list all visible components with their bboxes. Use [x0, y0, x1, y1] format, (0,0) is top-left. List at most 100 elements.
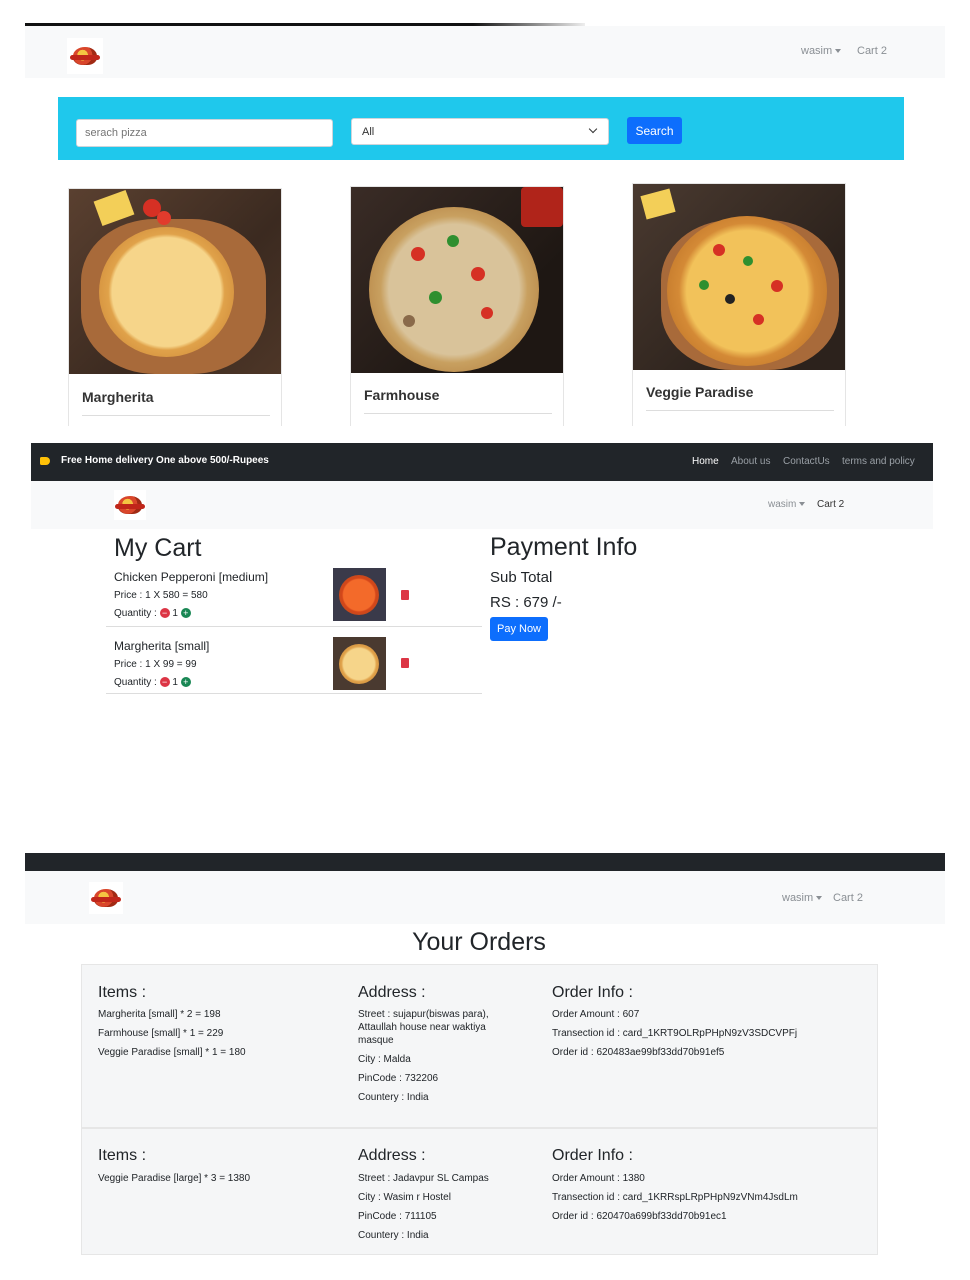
chevron-down-icon [835, 49, 842, 54]
cart-navbar: wasim Cart 2 [31, 481, 933, 529]
brand-logo[interactable] [114, 490, 146, 520]
category-select[interactable]: All [351, 118, 609, 145]
address-block: Street : sujapur(biswas para), Attaullah… [358, 1005, 518, 1107]
orders-navbar: wasim Cart 2 [25, 871, 945, 924]
address-pincode: PinCode : 711105 [358, 1211, 437, 1222]
product-card[interactable]: Veggie Paradise [632, 183, 846, 426]
nav-link-home[interactable]: Home [692, 456, 719, 467]
order-items: Margherita [small] * 2 = 198 Farmhouse [… [98, 1005, 246, 1062]
search-band: All Search [58, 97, 904, 160]
search-button[interactable]: Search [627, 117, 682, 144]
quantity-value: 1 [172, 677, 178, 688]
cart-link[interactable]: Cart 2 [817, 499, 844, 510]
orders-title: Your Orders [412, 928, 546, 956]
order-amount: Order Amount : 607 [552, 1009, 640, 1020]
order-item: Veggie Paradise [large] * 3 = 1380 [98, 1173, 251, 1184]
order-item: Farmhouse [small] * 1 = 229 [98, 1028, 224, 1039]
cart-item-price: Price : 1 X 99 = 99 [114, 659, 197, 670]
quantity-value: 1 [172, 608, 178, 619]
product-image [633, 184, 845, 370]
order-items: Veggie Paradise [large] * 3 = 1380 [98, 1169, 250, 1188]
quantity-label: Quantity : [114, 677, 157, 688]
chevron-down-icon [588, 124, 598, 134]
user-dropdown[interactable]: wasim [801, 45, 842, 57]
product-image [351, 187, 563, 373]
cart-link[interactable]: Cart 2 [857, 45, 887, 57]
promo-text: Free Home delivery One above 500/-Rupees [61, 455, 269, 466]
cart-item-name: Margherita [small] [114, 639, 210, 653]
user-dropdown[interactable]: wasim [782, 892, 823, 904]
product-image [69, 189, 281, 374]
tag-icon [40, 457, 50, 465]
transaction-id: Transection id : card_1KRRspLRpPHpN9zVNm… [552, 1192, 798, 1203]
brand-logo[interactable] [67, 38, 103, 74]
address-pincode: PinCode : 732206 [358, 1073, 439, 1084]
quantity-label: Quantity : [114, 608, 157, 619]
user-name: wasim [782, 892, 814, 904]
address-street: Street : Jadavpur SL Campas [358, 1173, 489, 1184]
address-city: City : Malda [358, 1054, 411, 1065]
product-name: Farmhouse [364, 387, 440, 403]
shop-navbar: wasim Cart 2 [25, 26, 945, 78]
order-info-heading: Order Info : [552, 984, 633, 1001]
pay-now-button[interactable]: Pay Now [490, 617, 548, 641]
address-country: Countery : India [358, 1092, 429, 1103]
items-heading: Items : [98, 984, 147, 1001]
transaction-id: Transection id : card_1KRT9OLRpPHpN9zV3S… [552, 1028, 798, 1039]
cart-link[interactable]: Cart 2 [833, 892, 863, 904]
address-street: Street : sujapur(biswas para), Attaullah… [358, 1009, 489, 1046]
address-heading: Address : [358, 1147, 426, 1164]
address-heading: Address : [358, 984, 426, 1001]
product-card[interactable]: Farmhouse [350, 186, 564, 426]
product-card[interactable]: Margherita [68, 188, 282, 426]
order-info-block: Order Amount : 607 Transection id : card… [552, 1005, 797, 1062]
promo-topbar: Free Home delivery One above 500/-Rupees… [31, 443, 933, 481]
product-name: Margherita [82, 389, 154, 405]
address-block: Street : Jadavpur SL Campas City : Wasim… [358, 1169, 538, 1245]
order-card: Items : Margherita [small] * 2 = 198 Far… [81, 964, 878, 1128]
trash-icon[interactable] [401, 590, 409, 600]
trash-icon[interactable] [401, 658, 409, 668]
order-id: Order id : 620470a699bf33dd70b91ec1 [552, 1211, 727, 1222]
order-id: Order id : 620483ae99bf33dd70b91ef5 [552, 1047, 725, 1058]
address-country: Countery : India [358, 1230, 429, 1241]
order-card: Items : Veggie Paradise [large] * 3 = 13… [81, 1128, 878, 1255]
cart-item-image [333, 568, 386, 621]
plus-circle-icon[interactable]: + [180, 677, 191, 687]
chevron-down-icon [816, 896, 823, 901]
user-dropdown[interactable]: wasim [768, 499, 806, 510]
cart-item-price: Price : 1 X 580 = 580 [114, 590, 208, 601]
user-name: wasim [801, 45, 833, 57]
order-info-block: Order Amount : 1380 Transection id : car… [552, 1169, 798, 1226]
nav-link-terms[interactable]: terms and policy [842, 456, 915, 467]
cart-item-name: Chicken Pepperoni [medium] [114, 570, 269, 584]
order-amount: Order Amount : 1380 [552, 1173, 645, 1184]
nav-link-about[interactable]: About us [731, 456, 770, 467]
minus-circle-icon[interactable]: − [159, 677, 170, 687]
subtotal-label: Sub Total [490, 569, 553, 586]
order-info-heading: Order Info : [552, 1147, 633, 1164]
plus-circle-icon[interactable]: + [180, 608, 191, 618]
order-item: Veggie Paradise [small] * 1 = 180 [98, 1047, 246, 1058]
list-item: Margherita [small] Price : 1 X 99 = 99 Q… [106, 632, 482, 694]
pizza-logo-icon [91, 889, 121, 907]
minus-circle-icon[interactable]: − [159, 608, 170, 618]
payment-title: Payment Info [490, 533, 638, 561]
search-input[interactable] [76, 119, 333, 147]
quantity-stepper: Quantity : − 1 + [114, 677, 191, 688]
pizza-logo-icon [115, 496, 145, 514]
quantity-stepper: Quantity : − 1 + [114, 608, 191, 619]
page-title: My Cart [114, 534, 202, 562]
product-name: Veggie Paradise [646, 384, 754, 400]
list-item: Chicken Pepperoni [medium] Price : 1 X 5… [106, 565, 482, 627]
cart-item-image [333, 637, 386, 690]
pizza-logo-icon [70, 47, 100, 65]
orders-topbar [25, 853, 945, 871]
nav-link-contact[interactable]: ContactUs [783, 456, 830, 467]
subtotal-amount: RS : 679 /- [490, 594, 562, 611]
category-value: All [362, 126, 375, 138]
brand-logo[interactable] [89, 882, 123, 914]
user-name: wasim [768, 499, 797, 510]
items-heading: Items : [98, 1147, 147, 1164]
chevron-down-icon [799, 502, 806, 507]
